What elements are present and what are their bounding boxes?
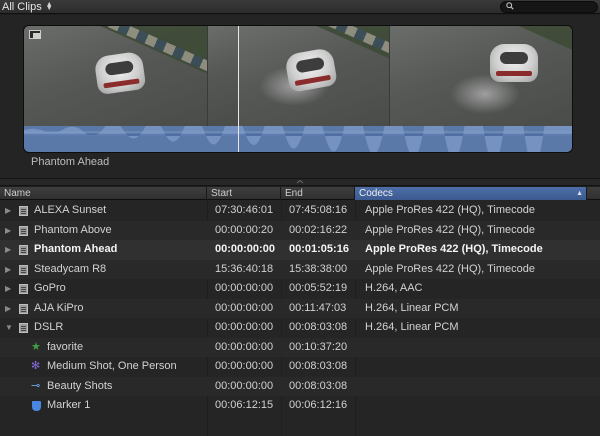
table-row[interactable]: ▶ Phantom Ahead 00:00:00:00 00:01:05:16 Appl… bbox=[0, 240, 600, 260]
filmstrip-frame bbox=[239, 26, 389, 126]
row-name: AJA KiPro bbox=[34, 301, 84, 314]
row-start: 00:06:12:15 bbox=[215, 399, 274, 411]
list-header: Name Start End Codecs ▲ bbox=[0, 187, 600, 200]
row-start: 00:00:00:00 bbox=[215, 301, 274, 314]
filmstrip-clip-name: Phantom Ahead bbox=[31, 156, 110, 168]
table-row[interactable]: ▼ DSLR 00:00:00:00 00:08:03:08 H.264, Linear… bbox=[0, 318, 600, 338]
column-header-name[interactable]: Name bbox=[0, 187, 207, 200]
row-codec: H.264, Linear PCM bbox=[365, 301, 459, 314]
filmstrip-frame bbox=[390, 26, 572, 126]
row-name: favorite bbox=[47, 340, 84, 353]
grip-icon bbox=[296, 180, 304, 184]
column-header-codecs-label: Codecs bbox=[359, 188, 393, 199]
row-codec: H.264, Linear PCM bbox=[365, 321, 459, 333]
row-end: 00:11:47:03 bbox=[289, 301, 347, 314]
audio-waveform bbox=[24, 126, 572, 152]
clip-filter-dropdown[interactable]: All Clips ▲ ▼ bbox=[2, 0, 53, 14]
sort-ascending-icon: ▲ bbox=[576, 190, 583, 197]
table-row[interactable]: Marker 1 00:06:12:15 00:06:12:16 bbox=[0, 396, 600, 416]
row-end: 00:02:16:22 bbox=[289, 223, 348, 236]
disclosure-collapsed-icon[interactable]: ▶ bbox=[5, 201, 11, 221]
row-start: 00:00:00:00 bbox=[215, 379, 274, 392]
clip-icon bbox=[19, 245, 28, 255]
row-name: Medium Shot, One Person bbox=[47, 360, 177, 372]
row-name: Beauty Shots bbox=[47, 379, 113, 392]
search-field[interactable] bbox=[500, 1, 598, 13]
table-row[interactable]: ★ favorite 00:00:00:00 00:10:37:20 bbox=[0, 337, 600, 357]
table-row[interactable]: ▶ Phantom Above 00:00:00:20 00:02:16:22 Appl… bbox=[0, 220, 600, 241]
clip-icon bbox=[19, 264, 28, 275]
row-name: Phantom Above bbox=[34, 223, 112, 236]
row-end: 00:06:12:16 bbox=[289, 399, 348, 411]
filmstrip-frame bbox=[208, 26, 238, 126]
disclosure-collapsed-icon[interactable]: ▶ bbox=[5, 240, 11, 260]
favorite-star-icon: ★ bbox=[31, 340, 41, 353]
row-end: 15:38:38:00 bbox=[289, 262, 348, 275]
updown-chevron-icon: ▲ ▼ bbox=[45, 1, 53, 12]
filmstrip-viewer: Phantom Ahead bbox=[0, 15, 600, 178]
row-end: 07:45:08:16 bbox=[289, 204, 348, 216]
row-start: 00:00:00:00 bbox=[215, 282, 274, 294]
clip-icon bbox=[19, 303, 28, 314]
row-name: DSLR bbox=[34, 321, 64, 333]
row-end: 00:08:03:08 bbox=[289, 360, 348, 372]
playhead[interactable] bbox=[238, 26, 239, 152]
row-end: 00:10:37:20 bbox=[289, 340, 348, 353]
clip-icon bbox=[19, 225, 28, 236]
row-end: 00:08:03:08 bbox=[289, 379, 348, 392]
row-end: 00:01:05:16 bbox=[289, 243, 349, 255]
row-end: 00:08:03:08 bbox=[289, 321, 348, 333]
clip-list: Name Start End Codecs ▲ ▶ ALEXA Sunset 07:… bbox=[0, 187, 600, 436]
clip-icon bbox=[19, 284, 28, 294]
row-start: 00:00:00:20 bbox=[215, 223, 274, 236]
table-row[interactable]: ▶ Steadycam R8 15:36:40:18 15:38:38:00 Apple… bbox=[0, 259, 600, 280]
row-name: Steadycam R8 bbox=[34, 262, 107, 275]
row-codec: Apple ProRes 422 (HQ), Timecode bbox=[365, 243, 543, 255]
row-start: 00:00:00:00 bbox=[215, 243, 275, 255]
row-end: 00:05:52:19 bbox=[289, 282, 348, 294]
filmstrip[interactable] bbox=[23, 25, 573, 153]
table-row[interactable]: ▶ GoPro 00:00:00:00 00:05:52:19 H.264, AAC bbox=[0, 279, 600, 299]
row-name: Phantom Ahead bbox=[34, 243, 118, 255]
clip-filter-label: All Clips bbox=[2, 1, 42, 13]
column-header-start[interactable]: Start bbox=[207, 187, 281, 200]
disclosure-collapsed-icon[interactable]: ▶ bbox=[5, 221, 11, 241]
disclosure-collapsed-icon[interactable]: ▶ bbox=[5, 279, 11, 299]
table-row[interactable]: ▶ ALEXA Sunset 07:30:46:01 07:45:08:16 Apple… bbox=[0, 201, 600, 221]
keyword-icon: ⊸ bbox=[31, 379, 41, 392]
analysis-keyword-icon: ✻ bbox=[31, 360, 41, 372]
row-name: ALEXA Sunset bbox=[34, 204, 107, 216]
clip-badge-icon bbox=[29, 30, 41, 39]
row-codec: Apple ProRes 422 (HQ), Timecode bbox=[365, 262, 535, 275]
disclosure-expanded-icon[interactable]: ▼ bbox=[5, 318, 13, 338]
marker-icon bbox=[32, 401, 41, 411]
filmstrip-frame bbox=[24, 26, 207, 126]
row-start: 15:36:40:18 bbox=[215, 262, 274, 275]
row-name: GoPro bbox=[34, 282, 66, 294]
table-row[interactable]: ⊸ Beauty Shots 00:00:00:00 00:08:03:08 bbox=[0, 376, 600, 396]
column-header-end[interactable]: End bbox=[281, 187, 355, 200]
column-header-codecs[interactable]: Codecs ▲ bbox=[355, 187, 587, 200]
row-start: 00:00:00:00 bbox=[215, 360, 274, 372]
row-start: 07:30:46:01 bbox=[215, 204, 274, 216]
table-row[interactable]: ✻ Medium Shot, One Person 00:00:00:00 00:08… bbox=[0, 357, 600, 377]
disclosure-collapsed-icon[interactable]: ▶ bbox=[5, 260, 11, 280]
row-start: 00:00:00:00 bbox=[215, 321, 274, 333]
disclosure-collapsed-icon[interactable]: ▶ bbox=[5, 299, 11, 319]
clip-icon bbox=[19, 323, 28, 333]
search-icon bbox=[506, 2, 514, 10]
row-start: 00:00:00:00 bbox=[215, 340, 274, 353]
row-codec: H.264, AAC bbox=[365, 282, 423, 294]
row-codec: Apple ProRes 422 (HQ), Timecode bbox=[365, 223, 535, 236]
row-codec: Apple ProRes 422 (HQ), Timecode bbox=[365, 204, 535, 216]
browser-toolbar: All Clips ▲ ▼ bbox=[0, 0, 600, 14]
row-name: Marker 1 bbox=[47, 399, 91, 411]
clip-icon bbox=[19, 206, 28, 216]
pane-divider[interactable] bbox=[0, 178, 600, 186]
table-row[interactable]: ▶ AJA KiPro 00:00:00:00 00:11:47:03 H.264, L… bbox=[0, 298, 600, 319]
waveform-graphic bbox=[24, 126, 572, 152]
